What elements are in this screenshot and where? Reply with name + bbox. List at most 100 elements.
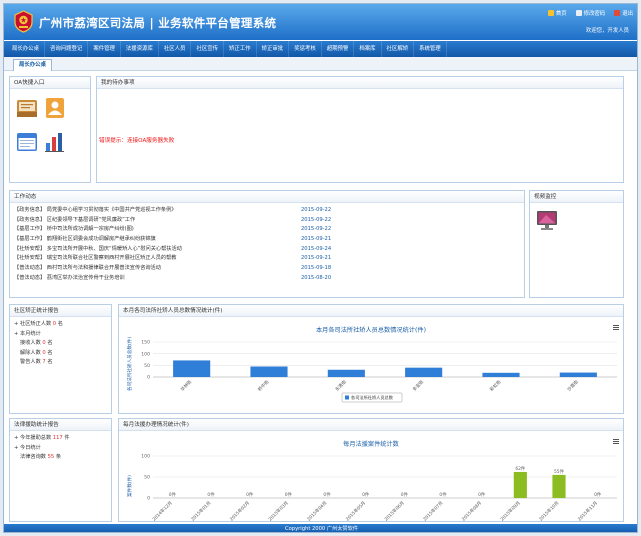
- data-label: 0件: [169, 491, 177, 498]
- home-link[interactable]: 首页: [547, 9, 567, 17]
- report-chart-icon[interactable]: [44, 131, 66, 153]
- nav-item[interactable]: 超期预警: [322, 41, 355, 57]
- nav-item[interactable]: 社区人员: [159, 41, 192, 57]
- stat-value: 0: [42, 340, 46, 346]
- video-panel: 视频监控: [529, 190, 624, 298]
- legend-swatch: [345, 395, 349, 400]
- news-item[interactable]: 【普法动态】 西村司法所与法和援律联合开展普法宣传咨询活动 2015-09-18: [14, 264, 524, 274]
- chart-bar: [250, 366, 288, 377]
- news-panel: 工作动态 【政务信息】 局党委中心组学习贯彻落实《中国共产党巡视工作条例》 201…: [9, 190, 525, 298]
- nav-item[interactable]: 档案库: [354, 41, 382, 57]
- news-item[interactable]: 【政务信息】 局党委中心组学习贯彻落实《中国共产党巡视工作条例》 2015-09-…: [14, 206, 524, 216]
- news-title[interactable]: 【基层工作】 桥中司法所成功调解一宗房产纠纷(图): [14, 226, 134, 232]
- data-label: 0件: [362, 491, 370, 498]
- data-label: 0件: [439, 491, 447, 498]
- news-item[interactable]: 【社矫安帮】 瑞宝司法所联合社区警察到西村开展社区矫正人员的帮教 2015-09-…: [14, 254, 524, 264]
- news-date: 2015-09-22: [301, 216, 332, 223]
- news-title[interactable]: 【社矫安帮】 瑞宝司法所联合社区警察到西村开展社区矫正人员的帮教: [14, 255, 176, 261]
- stat-row: 解除人数 0 名: [20, 349, 53, 356]
- news-item[interactable]: 【基层工作】 桥中司法所成功调解一宗房产纠纷(图) 2015-09-22: [14, 225, 524, 235]
- nav-item[interactable]: 矫正审批: [257, 41, 290, 57]
- legend-label: 各司法所社矫人员总数: [351, 394, 394, 401]
- x-tick-label: 多宝街: [411, 378, 426, 393]
- x-tick-label: 2015年07月: [421, 499, 444, 522]
- nav-item[interactable]: 局长办公桌: [4, 41, 45, 57]
- data-label: 0件: [594, 491, 602, 498]
- nav-item[interactable]: 法援资源库: [121, 41, 159, 57]
- data-label: 0件: [323, 491, 331, 498]
- chart2-svg: 0501002014年12月0件2015年01月0件2015年02月0件2015…: [141, 454, 617, 522]
- logout-link[interactable]: 退出: [614, 9, 633, 17]
- nav-item[interactable]: 矫正工作: [224, 41, 257, 57]
- tab-bar: 局长办公桌: [4, 57, 637, 71]
- oa-panel-title: OA快捷入口: [10, 77, 90, 89]
- community-stats-list: + 社区矫正人数 0 名 + 本月统计 接收人数 0 名 解除人数 0 名 警告…: [10, 317, 111, 368]
- news-date: 2015-09-21: [301, 255, 332, 262]
- app-title: 广州市荔湾区司法局 | 业务软件平台管理系统: [39, 16, 277, 30]
- news-title[interactable]: 【普法动态】 西村司法所与法和援律联合开展普法宣传咨询活动: [14, 265, 161, 271]
- chart-bar: [173, 360, 211, 377]
- x-tick-label: 2015年11月: [576, 499, 599, 522]
- x-tick-label: 2015年10月: [537, 499, 560, 522]
- nav-item[interactable]: 案件管理: [88, 41, 121, 57]
- oa-error-message: 错误提示：连接OA服务器失败: [99, 138, 175, 144]
- stat-row: + 本月统计: [14, 330, 41, 337]
- news-title[interactable]: 【政务信息】 局党委中心组学习贯彻落实《中国共产党巡视工作条例》: [14, 207, 176, 213]
- footer: Copyright 2000 广州太赞软件: [4, 524, 637, 532]
- calendar-icon[interactable]: [16, 131, 38, 153]
- nav-item[interactable]: 社区宣传: [191, 41, 225, 57]
- data-label: 0件: [285, 491, 293, 498]
- legal-stats-title: 法律援助统计报告: [10, 419, 111, 431]
- news-date: 2015-09-21: [301, 236, 332, 243]
- legal-stats-panel: 法律援助统计报告 + 今年援助总数 117 件 + 今日统计 法律咨询数 55 …: [9, 418, 112, 522]
- nav-item[interactable]: 奖惩考核: [289, 41, 322, 57]
- chart-bar: [513, 471, 527, 498]
- app-window: 广州市荔湾区司法局 | 业务软件平台管理系统 首页 修改密码 退出 欢迎您，开发…: [3, 3, 638, 533]
- data-label: 55件: [554, 468, 565, 475]
- news-title[interactable]: 【政务信息】 区纪委领导下基层调研“党风廉政”工作: [14, 217, 135, 223]
- change-password-link[interactable]: 修改密码: [575, 9, 605, 17]
- x-tick-label: 2014年12月: [151, 499, 174, 522]
- news-item[interactable]: 【社矫安帮】 多宝司法所开展中秋、国庆“情暖矫人心”慰问关心帮扶活动 2015-0…: [14, 245, 524, 255]
- oa-panel: OA快捷入口: [9, 76, 91, 183]
- stat-value: 7: [42, 359, 46, 365]
- contacts-icon[interactable]: [44, 97, 66, 119]
- nav-item[interactable]: 咨询问题登记: [45, 41, 89, 57]
- news-date: 2015-09-24: [301, 245, 332, 252]
- stat-value: 0: [42, 349, 46, 356]
- news-date: 2015-08-20: [301, 274, 332, 281]
- news-title[interactable]: 【基层工作】 鹤翔街社区调委会成功调解房产继承纠纷获锦旗: [14, 236, 156, 242]
- monitor-icon[interactable]: [536, 209, 558, 231]
- stat-value: 55: [47, 454, 55, 460]
- chart-bar: [327, 369, 365, 377]
- news-date: 2015-09-22: [301, 226, 332, 233]
- video-panel-title: 视频监控: [530, 191, 623, 203]
- inbox-icon[interactable]: [16, 97, 38, 119]
- main-nav: 局长办公桌 咨询问题登记 案件管理 法援资源库 社区人员 社区宣传 矫正工作 矫…: [4, 41, 637, 57]
- x-tick-label: 2015年06月: [383, 499, 406, 522]
- y-tick-label: 50: [144, 475, 150, 481]
- community-stats-panel: 社区矫正统计报告 + 社区矫正人数 0 名 + 本月统计 接收人数 0 名 解除…: [9, 304, 112, 414]
- legal-stats-list: + 今年援助总数 117 件 + 今日统计 法律咨询数 55 条: [10, 431, 111, 463]
- y-tick-label: 150: [141, 340, 150, 346]
- news-date: 2015-09-18: [301, 265, 332, 272]
- news-list: 【政务信息】 局党委中心组学习贯彻落实《中国共产党巡视工作条例》 2015-09-…: [10, 203, 524, 284]
- news-title[interactable]: 【普法动态】 荔湾区举办法治宣传骨干业务培训: [14, 275, 125, 281]
- news-item[interactable]: 【基层工作】 鹤翔街社区调委会成功调解房产继承纠纷获锦旗 2015-09-21: [14, 235, 524, 245]
- x-tick-label: 2015年04月: [305, 499, 328, 522]
- key-icon: [575, 10, 582, 16]
- news-item[interactable]: 【普法动态】 荔湾区举办法治宣传骨干业务培训 2015-08-20: [14, 274, 524, 284]
- news-item[interactable]: 【政务信息】 区纪委领导下基层调研“党风廉政”工作 2015-09-22: [14, 216, 524, 226]
- nav-item[interactable]: 社区解矫: [382, 41, 415, 57]
- chart1-panel: 本月各司法所社矫人员总数情况统计(件) 本月各司法所社矫人员总数情况统计(件) …: [118, 304, 624, 414]
- news-title[interactable]: 【社矫安帮】 多宝司法所开展中秋、国庆“情暖矫人心”慰问关心帮扶活动: [14, 246, 182, 252]
- welcome-text: 欢迎您，开发人员: [585, 28, 629, 34]
- x-tick-label: 华林街: [179, 378, 194, 393]
- x-tick-label: 2015年02月: [228, 499, 251, 522]
- tab-director-desk[interactable]: 局长办公桌: [13, 59, 52, 71]
- community-stats-title: 社区矫正统计报告: [10, 305, 111, 317]
- nav-item[interactable]: 系统管理: [414, 41, 447, 57]
- chart1-svg: 0 50 100 150 华林街 桥中街 东漖街 多宝街 彩虹街 沙面街各司法所社矫人员总数: [141, 340, 617, 403]
- x-tick-label: 彩虹街: [488, 378, 503, 393]
- top-links: 首页 修改密码 退出: [547, 9, 633, 17]
